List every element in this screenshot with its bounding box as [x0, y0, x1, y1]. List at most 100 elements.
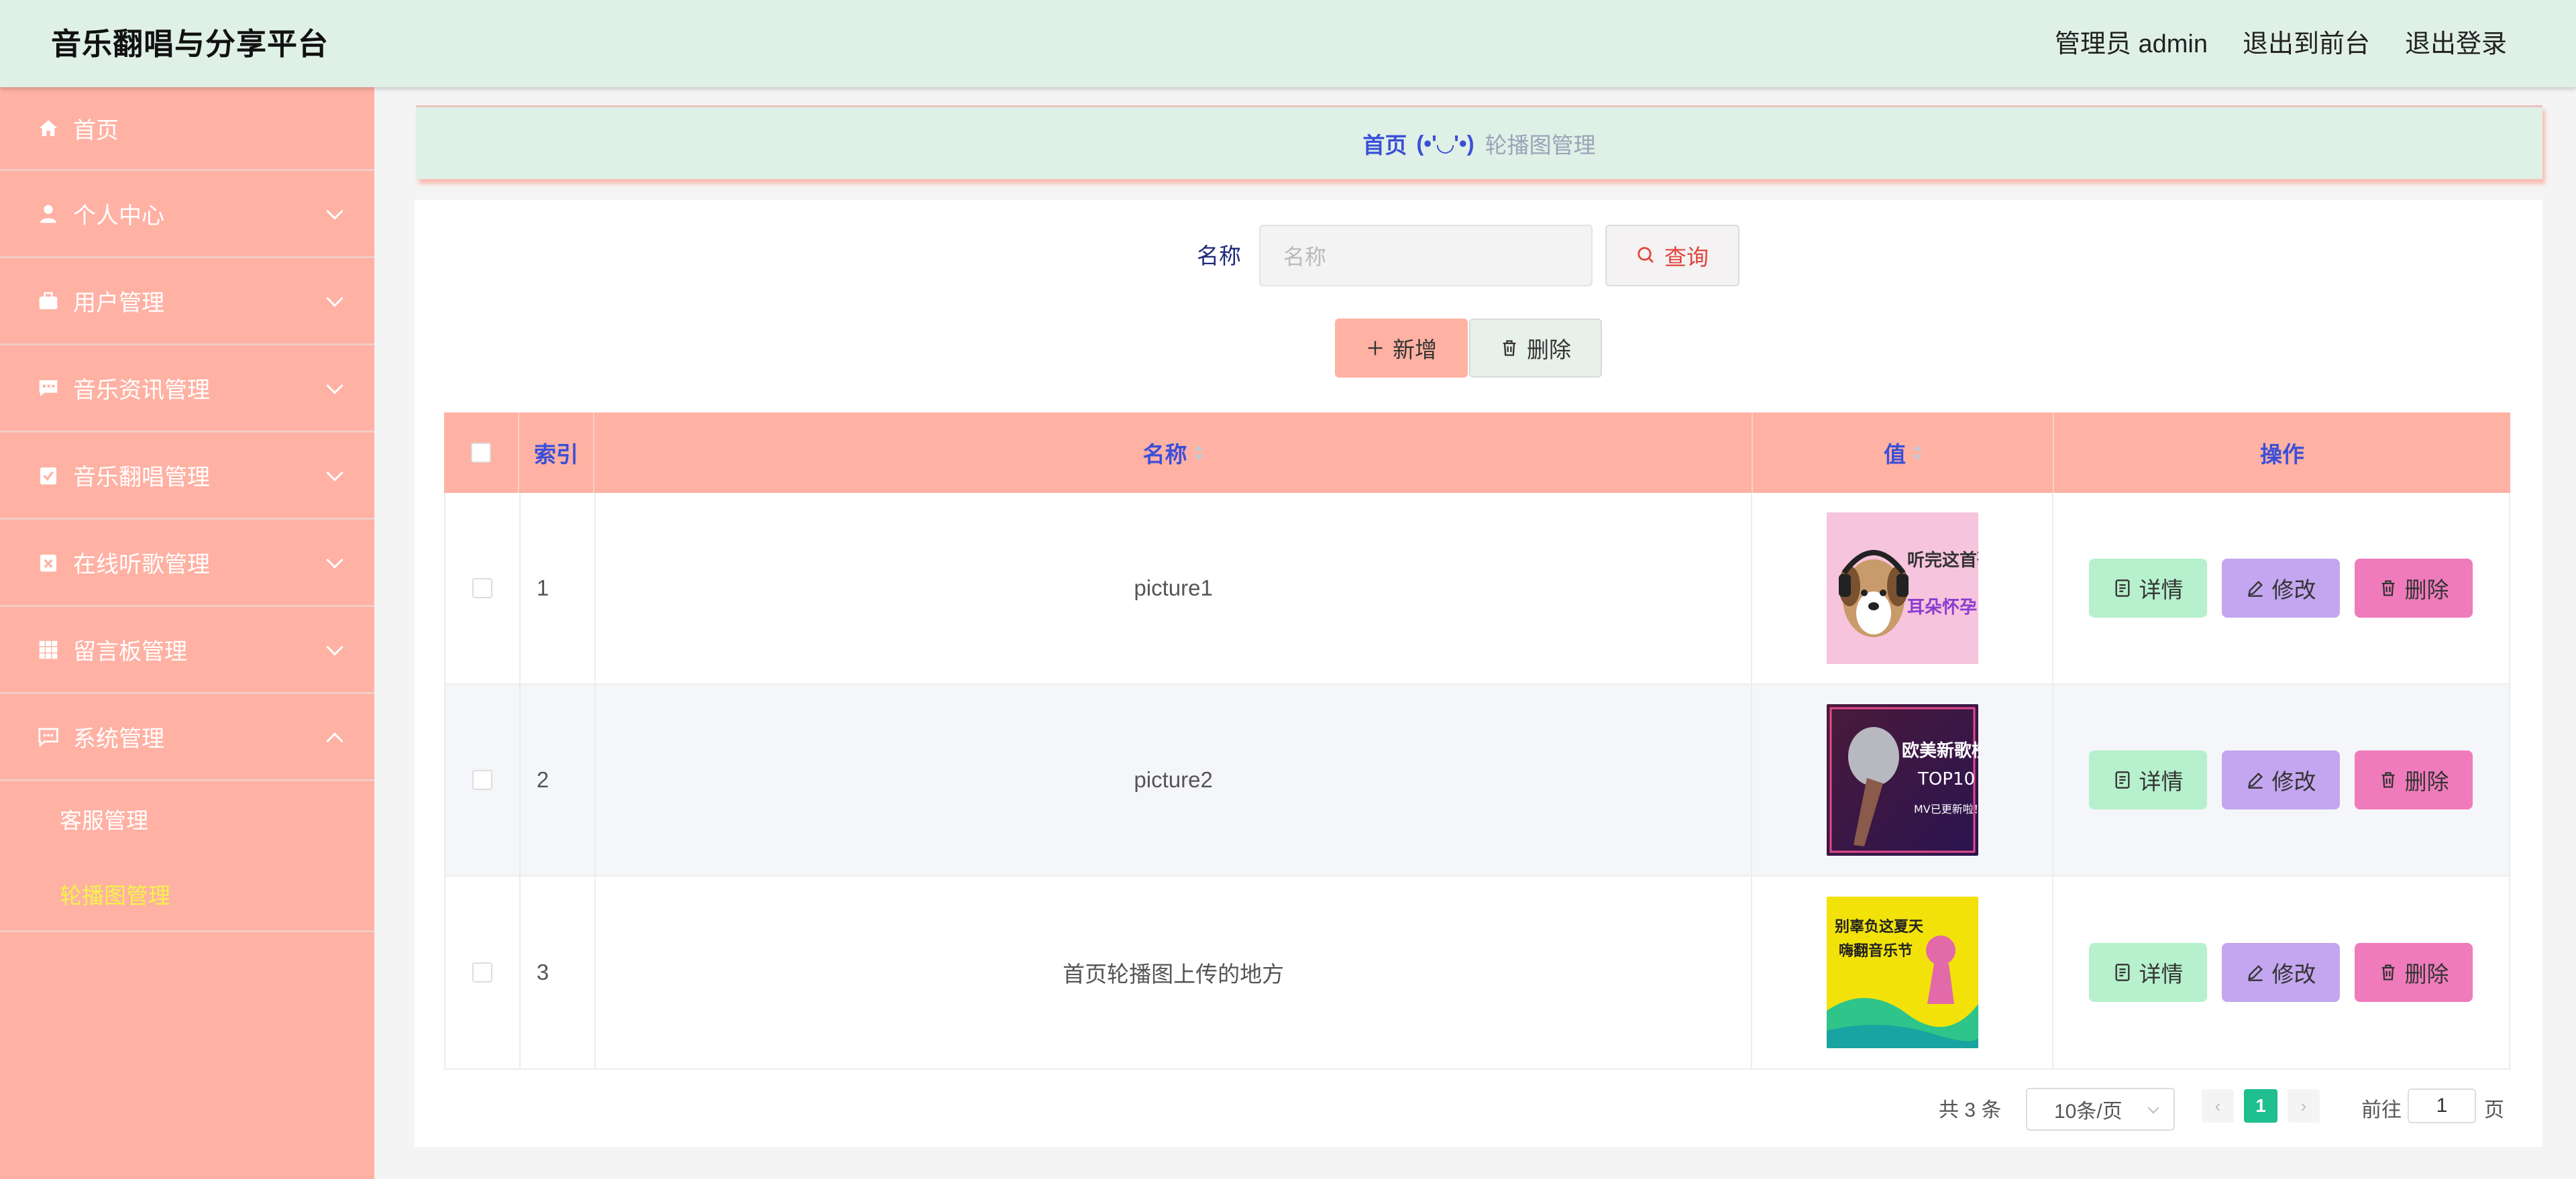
sidebar-item-music-news[interactable]: 音乐资讯管理: [0, 345, 374, 433]
row-actions: 详情 修改 删除: [2053, 685, 2509, 875]
clipboard-check-icon: [37, 464, 60, 487]
sidebar-item-label: 用户管理: [73, 290, 164, 316]
page-size-select[interactable]: 10条/页: [2026, 1088, 2175, 1131]
add-button-label: 新增: [1393, 337, 1437, 362]
chevron-up-icon: [326, 732, 343, 750]
delete-button[interactable]: 删除: [2355, 750, 2473, 809]
add-button[interactable]: 新增: [1335, 319, 1468, 378]
search-icon: [1638, 247, 1654, 263]
thumbnail-caption: 耳朵怀孕了: [1907, 598, 1978, 618]
row-select-cell: [445, 685, 521, 875]
chevron-down-icon: [326, 376, 343, 394]
sidebar-item-system-management[interactable]: 系统管理: [0, 694, 374, 781]
delete-button-label: 删除: [2404, 769, 2449, 794]
sort-icon[interactable]: [1193, 444, 1203, 461]
table-row: 1 picture1 听完这首歌 耳朵怀孕了: [445, 493, 2509, 685]
prev-page-button[interactable]: ‹: [2202, 1089, 2234, 1123]
search-label: 名称: [1197, 243, 1241, 268]
sidebar-item-online-listening[interactable]: 在线听歌管理: [0, 520, 374, 607]
delete-button[interactable]: 删除: [2355, 943, 2473, 1002]
breadcrumb-current: 轮播图管理: [1485, 132, 1596, 158]
thumbnail-image[interactable]: 别辜负这夏天 嗨翻音乐节: [1826, 897, 1978, 1048]
sidebar-item-label: 音乐翻唱管理: [73, 465, 210, 490]
sidebar-subitem-carousel[interactable]: 轮播图管理: [0, 856, 374, 932]
page-size-value: 10条/页: [2054, 1101, 2123, 1123]
header-name[interactable]: 名称: [594, 412, 1753, 493]
delete-button-label: 删除: [2404, 577, 2449, 602]
pencil-icon: [2248, 773, 2263, 789]
table-row: 2 picture2 欧美新歌榜 TOP10 MV已更新啦！ 详情 修改: [445, 685, 2509, 877]
goto-unit: 页: [2484, 1099, 2504, 1121]
header-select-cell: [444, 412, 519, 493]
row-index: 3: [521, 877, 596, 1068]
header-value[interactable]: 值: [1753, 412, 2054, 493]
query-button-label: 查询: [1664, 245, 1709, 270]
sidebar-item-label: 音乐资讯管理: [73, 378, 210, 403]
edit-button[interactable]: 修改: [2222, 559, 2341, 618]
row-checkbox[interactable]: [472, 962, 492, 982]
sidebar-item-music-cover[interactable]: 音乐翻唱管理: [0, 433, 374, 520]
search-input[interactable]: 名称: [1259, 225, 1593, 286]
detail-button[interactable]: 详情: [2089, 559, 2208, 618]
table-header: 索引 名称 值 操作: [444, 412, 2510, 493]
trash-icon: [2382, 580, 2395, 596]
detail-button[interactable]: 详情: [2089, 750, 2208, 809]
row-checkbox[interactable]: [472, 578, 492, 598]
plus-icon: [1368, 341, 1383, 355]
sidebar-item-label: 在线听歌管理: [73, 552, 210, 577]
query-button[interactable]: 查询: [1605, 225, 1739, 286]
edit-button[interactable]: 修改: [2222, 943, 2341, 1002]
thumbnail-image[interactable]: 欧美新歌榜 TOP10 MV已更新啦！: [1826, 704, 1978, 856]
sidebar-item-label: 留言板管理: [73, 639, 187, 665]
sidebar-item-home[interactable]: 首页: [0, 87, 374, 171]
row-select-cell: [445, 493, 521, 683]
chevron-down-icon: [2147, 1102, 2159, 1114]
trash-icon: [2382, 964, 2395, 980]
chevron-down-icon: [326, 463, 343, 482]
trash-icon: [1503, 340, 1516, 356]
thumbnail-image[interactable]: 听完这首歌 耳朵怀孕了: [1826, 512, 1978, 664]
next-page-button[interactable]: ›: [2288, 1089, 2320, 1123]
sidebar-item-label: 首页: [73, 117, 119, 144]
pencil-icon: [2248, 965, 2263, 981]
row-value: 欧美新歌榜 TOP10 MV已更新啦！: [1752, 685, 2053, 875]
breadcrumb-home[interactable]: 首页: [1362, 127, 1407, 160]
briefcase-icon: [37, 290, 60, 313]
edit-button-label: 修改: [2271, 962, 2316, 987]
thumbnail-caption: TOP10: [1917, 769, 1975, 789]
table-row: 3 首页轮播图上传的地方 别辜负这夏天 嗨翻音乐节 详情 修改 删除: [445, 877, 2509, 1068]
select-all-checkbox[interactable]: [471, 443, 491, 463]
sidebar-item-message-board[interactable]: 留言板管理: [0, 607, 374, 694]
clipboard-x-icon: [37, 551, 60, 574]
edit-button[interactable]: 修改: [2222, 750, 2341, 809]
detail-button[interactable]: 详情: [2089, 943, 2208, 1002]
logout-link[interactable]: 退出登录: [2405, 25, 2507, 63]
document-icon: [2115, 771, 2130, 789]
page-number-button[interactable]: 1: [2244, 1089, 2277, 1123]
row-actions: 详情 修改 删除: [2053, 493, 2509, 683]
chevron-down-icon: [326, 202, 343, 220]
sidebar-item-label: 系统管理: [73, 726, 164, 752]
top-header: 音乐翻唱与分享平台 管理员 admin 退出到前台 退出登录: [0, 0, 2576, 87]
row-checkbox[interactable]: [472, 770, 492, 790]
sidebar-item-user-management[interactable]: 用户管理: [0, 258, 374, 345]
detail-button-label: 详情: [2139, 769, 2184, 794]
thumbnail-caption: 听完这首歌: [1907, 550, 1978, 571]
exit-to-frontend-link[interactable]: 退出到前台: [2243, 25, 2370, 63]
admin-user-link[interactable]: 管理员 admin: [2055, 25, 2208, 63]
app-title: 音乐翻唱与分享平台: [51, 27, 329, 61]
header-value-label: 值: [1884, 442, 1906, 467]
sidebar-subitem-customer-service[interactable]: 客服管理: [0, 781, 374, 856]
goto-page-input[interactable]: 1: [2408, 1088, 2476, 1123]
sidebar-item-personal-center[interactable]: 个人中心: [0, 171, 374, 258]
delete-button[interactable]: 删除: [2355, 559, 2473, 618]
main-area: 首页 (•'◡'•) 轮播图管理 名称 名称 查询 新增 删除 索引 名称 值 …: [374, 87, 2576, 1179]
detail-button-label: 详情: [2139, 962, 2184, 987]
sort-icon[interactable]: [1913, 444, 1922, 461]
goto-label: 前往: [2361, 1099, 2402, 1121]
batch-delete-button[interactable]: 删除: [1469, 319, 1602, 378]
thumbnail-caption: 欧美新歌榜: [1902, 740, 1978, 761]
row-name: 首页轮播图上传的地方: [596, 877, 1753, 1068]
row-index: 2: [521, 685, 596, 875]
sidebar: 首页 个人中心 用户管理 音乐资讯管理 音乐翻唱管理 在线听歌管理 留言板管理 …: [0, 87, 374, 1179]
